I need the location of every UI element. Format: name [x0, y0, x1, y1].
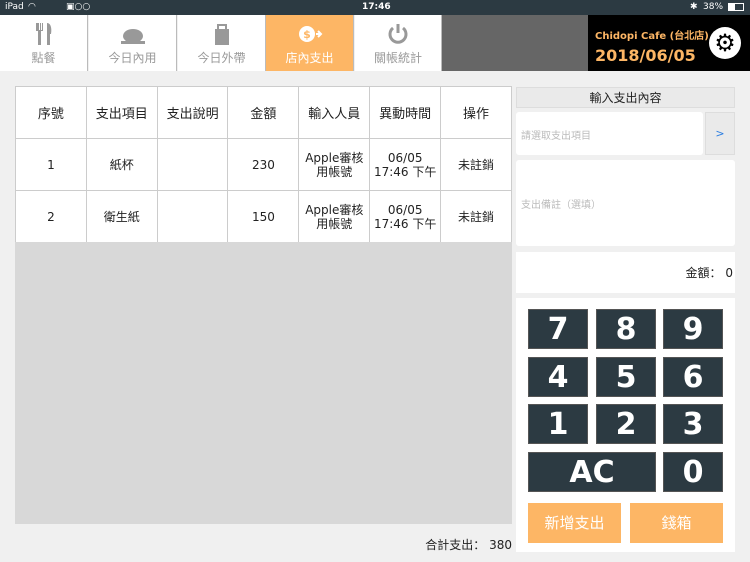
tab-label: 店內支出 — [285, 51, 334, 65]
panel-title: 輸入支出內容 — [516, 87, 735, 108]
add-expense-button[interactable]: 新增支出 — [528, 503, 621, 543]
power-icon — [388, 24, 408, 44]
cell-desc — [156, 190, 229, 243]
wifi-icon: ◠ — [28, 2, 36, 12]
table-row[interactable]: 2 衛生紙 150 Apple審核用帳號 06/05 17:46 下午 未註銷 — [15, 190, 512, 243]
sim-icon: ▣○○ — [66, 2, 91, 12]
keypad: 7 8 9 4 5 6 1 2 3 AC 0 新增支出 錢箱 — [516, 298, 735, 552]
col-header: 輸入人員 — [298, 86, 371, 139]
tab-today-dine-in[interactable]: 今日內用 — [89, 15, 177, 71]
total-label: 合計支出： — [425, 538, 486, 552]
gear-icon[interactable]: ⚙ — [709, 27, 741, 59]
amount-label: 金額： — [685, 266, 722, 280]
key-clear[interactable]: AC — [528, 452, 656, 492]
cell-desc — [156, 138, 229, 191]
key-3[interactable]: 3 — [663, 404, 723, 444]
key-5[interactable]: 5 — [596, 357, 656, 397]
svg-text:$: $ — [303, 28, 311, 41]
cell-time: 06/05 17:46 下午 — [369, 190, 442, 243]
roast-chicken-icon — [120, 29, 145, 44]
col-header: 金額 — [227, 86, 300, 139]
key-9[interactable]: 9 — [663, 309, 723, 349]
device-label: iPad — [5, 2, 24, 12]
expense-item-select[interactable]: 請選取支出項目 — [516, 112, 703, 155]
tab-label: 點餐 — [31, 51, 56, 65]
key-0[interactable]: 0 — [663, 452, 723, 492]
header-spacer — [442, 15, 588, 71]
cell-user: Apple審核用帳號 — [298, 190, 371, 243]
total-expense: 合計支出： 380 — [425, 536, 512, 553]
tab-order[interactable]: 點餐 — [0, 15, 88, 71]
clock: 17:46 — [362, 2, 391, 12]
tab-label: 今日外帶 — [197, 51, 246, 65]
key-6[interactable]: 6 — [663, 357, 723, 397]
utensils-icon — [35, 23, 51, 45]
cell-no: 2 — [15, 190, 87, 243]
total-value: 380 — [489, 538, 512, 552]
bag-icon — [214, 24, 229, 45]
select-item-button[interactable]: > — [705, 112, 735, 155]
col-header: 異動時間 — [369, 86, 442, 139]
key-8[interactable]: 8 — [596, 309, 656, 349]
cell-amount: 230 — [227, 138, 300, 191]
cell-user: Apple審核用帳號 — [298, 138, 371, 191]
expense-note-input[interactable]: 支出備註（選填） — [516, 160, 735, 246]
store-name: Chidopi Cafe (台北店) — [595, 31, 709, 42]
cashbox-button[interactable]: 錢箱 — [630, 503, 723, 543]
col-header: 支出項目 — [85, 86, 158, 139]
battery-icon — [728, 3, 744, 11]
store-info: Chidopi Cafe (台北店) 2018/06/05 ⚙ — [588, 15, 750, 71]
key-1[interactable]: 1 — [528, 404, 588, 444]
tab-label: 今日內用 — [108, 51, 157, 65]
tab-closing-stats[interactable]: 關帳統計 — [355, 15, 442, 71]
cell-action[interactable]: 未註銷 — [440, 190, 512, 243]
table-empty-area — [15, 242, 512, 524]
amount-display: 金額： 0 — [516, 252, 735, 293]
table-header: 序號 支出項目 支出說明 金額 輸入人員 異動時間 操作 — [15, 86, 512, 139]
table-row[interactable]: 1 紙杯 230 Apple審核用帳號 06/05 17:46 下午 未註銷 — [15, 138, 512, 191]
col-header: 操作 — [440, 86, 512, 139]
dollar-out-icon: $ — [298, 26, 322, 42]
bluetooth-icon: ✱ — [690, 2, 698, 12]
battery-percent: 38% — [703, 2, 724, 12]
tab-label: 關帳統計 — [373, 51, 422, 65]
col-header: 序號 — [15, 86, 87, 139]
key-2[interactable]: 2 — [596, 404, 656, 444]
tab-today-takeout[interactable]: 今日外帶 — [178, 15, 266, 71]
amount-value: 0 — [725, 266, 733, 280]
cell-item: 紙杯 — [85, 138, 158, 191]
status-bar: iPad ◠ ▣○○ 17:46 ✱ 38% — [0, 0, 750, 15]
cell-item: 衛生紙 — [85, 190, 158, 243]
col-header: 支出說明 — [156, 86, 229, 139]
cell-time: 06/05 17:46 下午 — [369, 138, 442, 191]
cell-no: 1 — [15, 138, 87, 191]
business-date: 2018/06/05 — [595, 46, 696, 65]
cell-action[interactable]: 未註銷 — [440, 138, 512, 191]
tab-store-expense[interactable]: $ 店內支出 — [266, 15, 354, 71]
cell-amount: 150 — [227, 190, 300, 243]
expense-table: 序號 支出項目 支出說明 金額 輸入人員 異動時間 操作 1 紙杯 230 Ap… — [15, 86, 512, 243]
key-4[interactable]: 4 — [528, 357, 588, 397]
key-7[interactable]: 7 — [528, 309, 588, 349]
